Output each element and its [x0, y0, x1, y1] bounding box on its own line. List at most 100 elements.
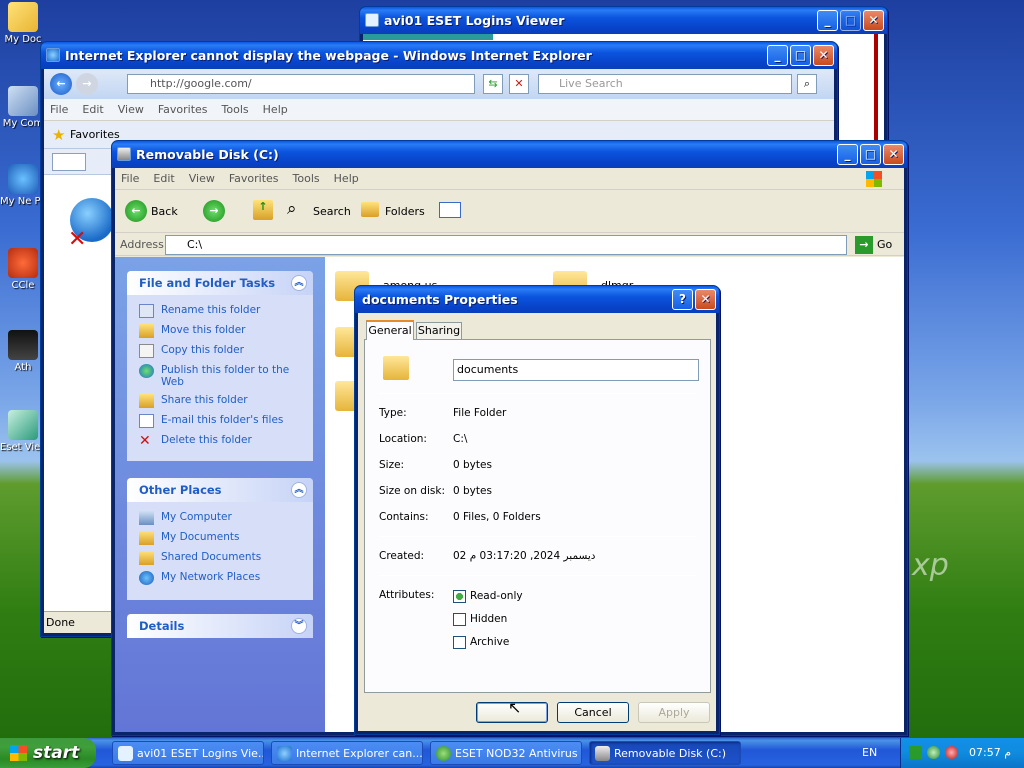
- forward-arrow-icon[interactable]: →: [76, 73, 98, 95]
- place-network-places[interactable]: My Network Places: [127, 568, 313, 588]
- ie-address-bar[interactable]: http://google.com/: [127, 74, 475, 94]
- explorer-address-input[interactable]: C:\: [165, 235, 847, 255]
- task-copy-folder[interactable]: Copy this folder: [127, 341, 313, 361]
- close-button[interactable]: ✕: [883, 144, 904, 165]
- search-button[interactable]: Search: [313, 205, 351, 218]
- properties-dialog: documents Properties ? ✕ General Sharing…: [354, 285, 720, 735]
- task-rename-folder[interactable]: Rename this folder: [127, 301, 313, 321]
- hidden-checkbox[interactable]: Hidden: [453, 613, 507, 627]
- created-label: Created:: [379, 550, 425, 562]
- cancel-button[interactable]: Cancel: [557, 702, 629, 723]
- attributes-label: Attributes:: [379, 589, 435, 601]
- ie-title-bar[interactable]: Internet Explorer cannot display the web…: [41, 42, 837, 69]
- collapse-chevron-icon[interactable]: ︽: [291, 275, 307, 291]
- menu-view[interactable]: View: [189, 172, 215, 185]
- other-places-header[interactable]: Other Places ︽: [127, 478, 313, 502]
- menu-favorites[interactable]: Favorites: [158, 103, 208, 116]
- minimize-button[interactable]: _: [837, 144, 858, 165]
- close-button[interactable]: ✕: [813, 45, 834, 66]
- error-x-icon: ✕: [68, 227, 87, 252]
- menu-help[interactable]: Help: [334, 172, 359, 185]
- back-button[interactable]: Back: [151, 205, 178, 218]
- apply-button[interactable]: Apply: [638, 702, 710, 723]
- back-icon[interactable]: ←: [125, 200, 147, 222]
- network-places-icon: [139, 571, 154, 585]
- minimize-button[interactable]: _: [767, 45, 788, 66]
- start-button[interactable]: start: [0, 738, 96, 768]
- tray-network-icon[interactable]: [927, 746, 940, 759]
- expand-chevron-icon[interactable]: ︾: [291, 618, 307, 634]
- task-move-folder[interactable]: Move this folder: [127, 321, 313, 341]
- maximize-button[interactable]: □: [790, 45, 811, 66]
- up-folder-icon[interactable]: ↑: [253, 200, 273, 220]
- rename-icon: [139, 304, 154, 318]
- menu-edit[interactable]: Edit: [82, 103, 103, 116]
- app-shortcut-icon: [8, 330, 38, 360]
- search-icon[interactable]: ⌕: [287, 199, 297, 219]
- taskbar-button-eset-viewer[interactable]: avi01 ESET Logins Vie...: [112, 741, 264, 765]
- language-indicator[interactable]: EN: [862, 746, 877, 759]
- maximize-button[interactable]: □: [840, 10, 861, 31]
- go-button[interactable]: Go: [877, 238, 892, 251]
- task-delete-folder[interactable]: ✕ Delete this folder: [127, 431, 313, 451]
- dialog-title-bar[interactable]: documents Properties ? ✕: [355, 286, 719, 313]
- eset-title-bar[interactable]: avi01 ESET Logins Viewer _ □ ✕: [360, 7, 887, 34]
- menu-tools[interactable]: Tools: [222, 103, 249, 116]
- clock[interactable]: 07:57 م: [969, 738, 1011, 768]
- task-publish-folder[interactable]: Publish this folder to the Web: [127, 361, 313, 391]
- xp-watermark: xp: [912, 548, 949, 583]
- forward-icon[interactable]: →: [203, 200, 225, 222]
- favorites-label[interactable]: Favorites: [70, 128, 120, 141]
- taskbar-button-nod32[interactable]: ESET NOD32 Antivirus: [430, 741, 582, 765]
- explorer-title-bar[interactable]: Removable Disk (C:) _ □ ✕: [112, 141, 907, 168]
- ie-search-input[interactable]: Live Search: [538, 74, 792, 94]
- tray-shield-icon[interactable]: [945, 746, 958, 759]
- maximize-button[interactable]: □: [860, 144, 881, 165]
- place-my-computer[interactable]: My Computer: [127, 508, 313, 528]
- task-share-folder[interactable]: Share this folder: [127, 391, 313, 411]
- go-arrow-icon[interactable]: →: [855, 236, 873, 254]
- folder-icon: [383, 356, 409, 380]
- menu-favorites[interactable]: Favorites: [229, 172, 279, 185]
- folders-button[interactable]: Folders: [385, 205, 425, 218]
- taskbar-button-ie[interactable]: Internet Explorer can...: [271, 741, 423, 765]
- close-button[interactable]: ✕: [695, 289, 716, 310]
- folder-name-input[interactable]: documents: [453, 359, 699, 381]
- task-email-folder[interactable]: E-mail this folder's files: [127, 411, 313, 431]
- minimize-button[interactable]: _: [817, 10, 838, 31]
- search-icon[interactable]: ⌕: [797, 74, 817, 94]
- tray-arrow-icon[interactable]: [909, 746, 922, 759]
- tab-grid-icon[interactable]: [52, 153, 86, 171]
- place-shared-documents[interactable]: Shared Documents: [127, 548, 313, 568]
- archive-checkbox[interactable]: Archive: [453, 636, 509, 650]
- tab-sharing[interactable]: Sharing: [416, 322, 462, 340]
- menu-help[interactable]: Help: [263, 103, 288, 116]
- eset-icon: [365, 13, 379, 27]
- email-icon: [139, 414, 154, 428]
- collapse-chevron-icon[interactable]: ︽: [291, 482, 307, 498]
- back-arrow-icon[interactable]: ←: [50, 73, 72, 95]
- desktop-icon-my-documents[interactable]: My Doc: [0, 2, 46, 45]
- help-button[interactable]: ?: [672, 289, 693, 310]
- stop-icon[interactable]: ✕: [509, 74, 529, 94]
- task-pane: File and Folder Tasks ︽ Rename this folde…: [115, 257, 325, 732]
- readonly-checkbox[interactable]: Read-only: [453, 590, 523, 604]
- favorites-star-icon[interactable]: ★: [52, 126, 65, 144]
- taskbar-button-removable-disk[interactable]: Removable Disk (C:): [589, 741, 741, 765]
- details-header[interactable]: Details ︾: [127, 614, 313, 638]
- tab-general[interactable]: General: [366, 320, 414, 340]
- menu-file[interactable]: File: [50, 103, 68, 116]
- close-button[interactable]: ✕: [863, 10, 884, 31]
- menu-file[interactable]: File: [121, 172, 139, 185]
- views-icon[interactable]: [439, 202, 461, 218]
- folders-icon[interactable]: [361, 202, 379, 217]
- file-folder-tasks-header[interactable]: File and Folder Tasks ︽: [127, 271, 313, 295]
- my-computer-icon: [139, 511, 154, 525]
- refresh-icon[interactable]: ⇆: [483, 74, 503, 94]
- address-label: Address: [120, 238, 164, 251]
- menu-view[interactable]: View: [118, 103, 144, 116]
- menu-edit[interactable]: Edit: [153, 172, 174, 185]
- menu-tools[interactable]: Tools: [293, 172, 320, 185]
- place-my-documents[interactable]: My Documents: [127, 528, 313, 548]
- size-on-disk-value: 0 bytes: [453, 485, 492, 497]
